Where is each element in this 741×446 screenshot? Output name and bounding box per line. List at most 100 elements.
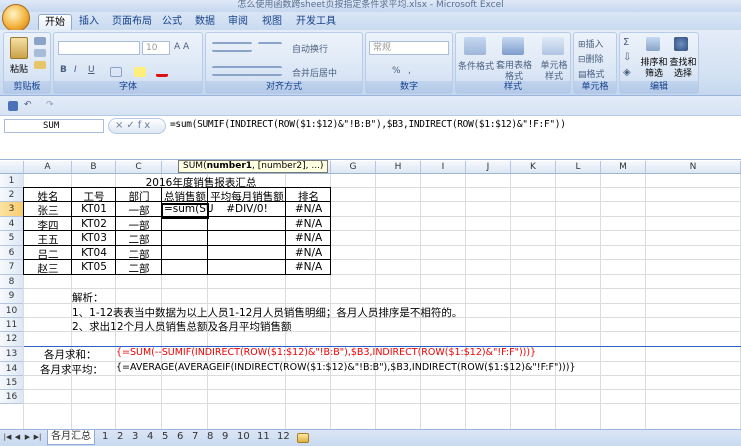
format-as-table-button[interactable]: 套用表格格式 (496, 61, 532, 83)
column-header[interactable]: B (72, 161, 116, 174)
merge-center-button[interactable]: 合并后居中 (292, 66, 337, 79)
column-header[interactable]: A (24, 161, 72, 174)
table-cell-id[interactable]: KT05 (72, 261, 116, 273)
row-header[interactable]: 6 (0, 246, 24, 260)
grow-font-icon[interactable]: A A (174, 42, 189, 52)
row-header[interactable]: 11 (0, 318, 24, 332)
tab-view[interactable]: 视图 (256, 14, 288, 30)
column-header[interactable]: J (466, 161, 511, 174)
sheet-tab[interactable]: 4 (144, 430, 156, 445)
insert-sheet-icon[interactable] (297, 433, 309, 443)
table-cell-name[interactable]: 张三 (24, 203, 72, 218)
sheet-tab[interactable]: 9 (219, 430, 231, 445)
font-color-icon[interactable] (156, 67, 168, 77)
table-cell-rank[interactable]: #N/A (286, 232, 331, 244)
percent-button[interactable]: % (392, 66, 401, 76)
fill-color-icon[interactable] (134, 67, 146, 77)
row-header[interactable]: 8 (0, 275, 24, 289)
column-header[interactable]: L (556, 161, 601, 174)
table-cell-id[interactable]: KT03 (72, 232, 116, 244)
sort-filter-button[interactable]: 排序和筛选 (640, 58, 668, 80)
italic-button[interactable]: I (74, 65, 77, 75)
tab-page-layout[interactable]: 页面布局 (106, 14, 158, 30)
sheet-tab[interactable]: 12 (274, 430, 293, 445)
cell-styles-button[interactable]: 单元格样式 (538, 61, 570, 83)
insert-cells-button[interactable]: ⊞插入 (578, 37, 604, 50)
sheet-tab[interactable]: 3 (129, 430, 141, 445)
tab-insert[interactable]: 插入 (73, 14, 105, 30)
table-cell-id[interactable]: KT01 (72, 203, 116, 215)
table-cell-name[interactable]: 王五 (24, 232, 72, 247)
sheet-tab[interactable]: 11 (254, 430, 273, 445)
column-header[interactable]: M (601, 161, 646, 174)
bold-button[interactable]: B (60, 65, 67, 75)
table-cell-name[interactable]: 李四 (24, 218, 72, 233)
align-center-icon[interactable] (212, 66, 282, 76)
conditional-format-icon[interactable] (464, 37, 486, 55)
table-cell-dept[interactable]: 二部 (116, 247, 162, 262)
paste-icon[interactable] (10, 37, 28, 59)
name-box[interactable]: SUM (4, 119, 104, 133)
formula-input[interactable]: =sum(SUMIF(INDIRECT(ROW($1:$12)&"!B:B"),… (170, 119, 566, 130)
border-icon[interactable] (110, 67, 122, 77)
row-header[interactable]: 13 (0, 347, 24, 362)
table-cell-rank[interactable]: #N/A (286, 261, 331, 273)
undo-icon[interactable]: ↶ (24, 100, 32, 110)
conditional-format-button[interactable]: 条件格式 (458, 59, 494, 72)
find-select-button[interactable]: 查找和选择 (668, 58, 698, 80)
row-header[interactable]: 7 (0, 260, 24, 275)
column-header[interactable]: I (421, 161, 466, 174)
column-header[interactable]: C (116, 161, 162, 174)
first-sheet-icon[interactable]: |◀ (3, 432, 12, 442)
select-all-corner[interactable] (0, 161, 24, 174)
table-cell-name[interactable]: 赵三 (24, 261, 72, 276)
align-top-icon[interactable] (212, 42, 252, 52)
font-size-combo[interactable]: 10 (142, 41, 170, 55)
row-header[interactable]: 3 (0, 202, 24, 217)
sheet-tab[interactable]: 7 (189, 430, 201, 445)
sheet-tab[interactable]: 5 (159, 430, 171, 445)
table-cell-rank[interactable]: #N/A (286, 218, 331, 230)
table-cell-rank[interactable]: #N/A (286, 203, 331, 215)
cell-styles-icon[interactable] (542, 37, 564, 55)
tooltip-arg1[interactable]: number1 (207, 161, 252, 171)
table-cell-avg[interactable]: #DIV/0! (208, 203, 286, 215)
delete-cells-button[interactable]: ⊟删除 (578, 52, 604, 65)
sort-filter-icon[interactable] (646, 37, 660, 51)
fill-icon[interactable]: ⇩ (623, 52, 631, 63)
table-cell-dept[interactable]: 一部 (116, 203, 162, 218)
row-header[interactable]: 16 (0, 390, 24, 404)
wrap-text-button[interactable]: 自动换行 (292, 42, 328, 55)
tab-data[interactable]: 数据 (189, 14, 221, 30)
format-painter-icon[interactable] (34, 61, 46, 69)
table-cell-rank[interactable]: #N/A (286, 247, 331, 259)
column-header[interactable]: G (331, 161, 376, 174)
row-header[interactable]: 9 (0, 289, 24, 304)
next-sheet-icon[interactable]: ▶ (23, 432, 32, 442)
clear-icon[interactable]: ◈ (623, 67, 631, 78)
tab-developer[interactable]: 开发工具 (290, 14, 342, 30)
row-header[interactable]: 12 (0, 332, 24, 347)
table-cell-dept[interactable]: 二部 (116, 261, 162, 276)
sheet-tab[interactable]: 8 (204, 430, 216, 445)
tab-review[interactable]: 审阅 (222, 14, 254, 30)
row-header[interactable]: 14 (0, 362, 24, 376)
sheet-tab[interactable]: 2 (114, 430, 126, 445)
last-sheet-icon[interactable]: ▶| (33, 432, 42, 442)
tab-formulas[interactable]: 公式 (156, 14, 188, 30)
table-cell-dept[interactable]: 一部 (116, 218, 162, 233)
row-header[interactable]: 15 (0, 376, 24, 390)
binoculars-icon[interactable] (674, 37, 688, 51)
row-header[interactable]: 2 (0, 188, 24, 202)
row-header[interactable]: 1 (0, 174, 24, 188)
number-format-combo[interactable]: 常规 (369, 41, 449, 55)
format-cells-button[interactable]: ▤格式 (578, 67, 605, 80)
column-header[interactable]: K (511, 161, 556, 174)
sheet-tab[interactable]: 1 (99, 430, 111, 445)
table-cell-dept[interactable]: 二部 (116, 232, 162, 247)
orientation-icon[interactable] (258, 42, 282, 52)
tooltip-func[interactable]: SUM( (183, 161, 207, 171)
table-cell-id[interactable]: KT02 (72, 218, 116, 230)
table-cell-name[interactable]: 吕二 (24, 247, 72, 262)
office-button[interactable] (2, 4, 30, 32)
